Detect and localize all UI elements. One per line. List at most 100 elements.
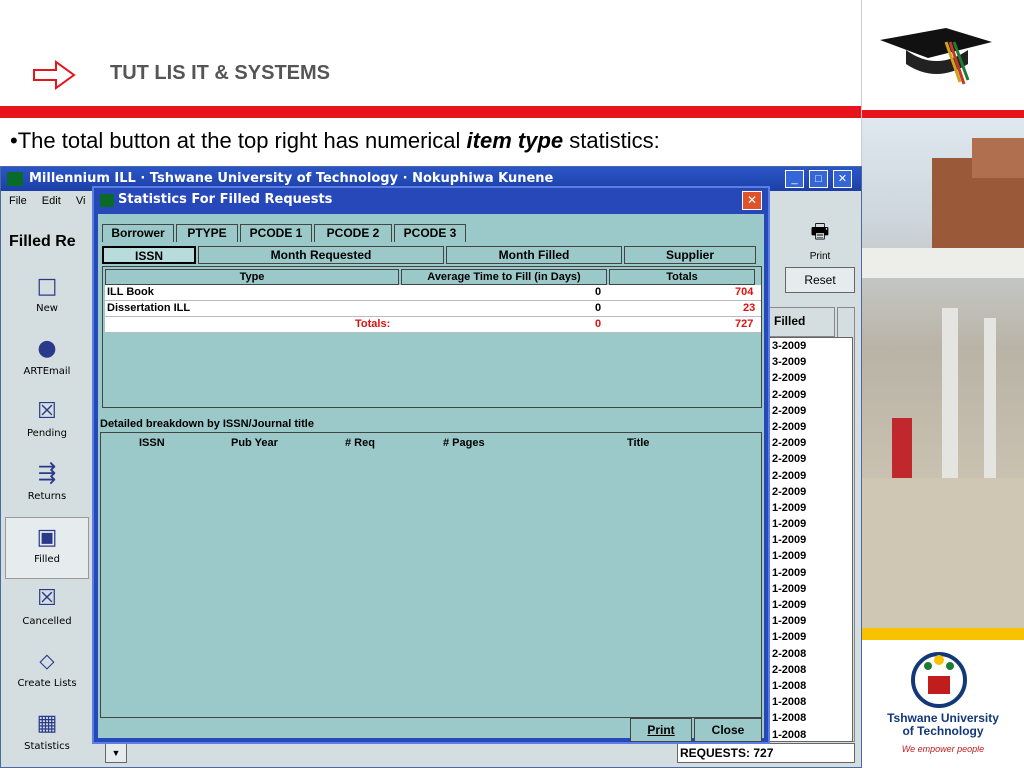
printer-icon: 🖶 (810, 221, 830, 243)
list-item[interactable]: 2-2009 (770, 387, 852, 403)
tab-pcode2[interactable]: PCODE 2 (314, 224, 392, 242)
red-divider-right (862, 110, 1024, 118)
list-item[interactable]: 2-2009 (770, 419, 852, 435)
sidebar-item-artemail[interactable]: ● ARTEmail (5, 330, 89, 392)
col-header-type[interactable]: Type (105, 269, 399, 285)
tab-ptype[interactable]: PTYPE (176, 224, 238, 242)
stats-rows: ILL Book 0 704 Dissertation ILL 0 23 Tot… (105, 285, 761, 333)
sidebar-item-cancelled[interactable]: ☒ Cancelled (5, 580, 89, 642)
detail-col-issn[interactable]: ISSN (139, 437, 165, 449)
list-item[interactable]: 2-2008 (770, 646, 852, 662)
list-item[interactable]: 2-2009 (770, 451, 852, 467)
detail-breakdown-table: ISSN Pub Year # Req # Pages Title (100, 432, 762, 718)
list-item[interactable]: 1-2009 (770, 565, 852, 581)
list-item[interactable]: 1-2009 (770, 597, 852, 613)
red-divider (0, 106, 862, 118)
print-toolbar-button[interactable]: 🖶 Print (785, 217, 855, 263)
list-item[interactable]: 1-2009 (770, 613, 852, 629)
col-header-avg-time[interactable]: Average Time to Fill (in Days) (401, 269, 607, 285)
subtab-supplier[interactable]: Supplier (624, 246, 756, 264)
dialog-body: Borrower PTYPE PCODE 1 PCODE 2 PCODE 3 I… (98, 214, 764, 742)
list-item[interactable]: 1-2008 (770, 710, 852, 726)
detail-col-req[interactable]: # Req (345, 437, 375, 449)
bullet-text: •The total button at the top right has n… (10, 128, 660, 153)
detail-col-title[interactable]: Title (627, 437, 649, 449)
dialog-footer: Print Close (98, 718, 764, 742)
col-header-totals[interactable]: Totals (609, 269, 755, 285)
sidebar-item-statistics[interactable]: ▦ Statistics (5, 705, 89, 767)
detail-section-label: Detailed breakdown by ISSN/Journal title (100, 418, 314, 430)
email-icon: ● (37, 336, 57, 361)
dropdown-arrow-icon[interactable]: ▼ (105, 743, 127, 763)
tab-pcode3[interactable]: PCODE 3 (394, 224, 466, 242)
filled-icon: ▣ (36, 524, 58, 550)
list-item[interactable]: 2-2009 (770, 370, 852, 386)
detail-col-pub-year[interactable]: Pub Year (231, 437, 278, 449)
menu-view[interactable]: Vi (76, 195, 86, 207)
university-name: Tshwane University of Technology (887, 711, 999, 738)
list-item[interactable]: 2-2009 (770, 435, 852, 451)
subtab-month-filled[interactable]: Month Filled (446, 246, 622, 264)
list-item[interactable]: 1-2008 (770, 694, 852, 710)
sidebar-item-returns[interactable]: ⇶ Returns (5, 455, 89, 517)
sidebar-item-label: New (36, 303, 58, 314)
filled-date-list: 3-2009 3-2009 2-2009 2-2009 2-2009 2-2009 2-20… (769, 337, 853, 742)
sidebar-item-filled[interactable]: ▣ Filled (5, 517, 89, 579)
app-icon (7, 172, 23, 186)
list-item[interactable]: 2-2009 (770, 484, 852, 500)
sidebar-item-label: Create Lists (17, 678, 77, 689)
returns-icon: ⇶ (37, 461, 57, 486)
sidebar-item-label: Cancelled (22, 615, 72, 627)
sidebar-item-label: ARTEmail (23, 365, 71, 377)
reset-button[interactable]: Reset (785, 267, 855, 293)
list-item[interactable]: 1-2009 (770, 548, 852, 564)
slide-title: TUT LIS IT & SYSTEMS (110, 62, 331, 84)
create-lists-icon: ⬦ (39, 648, 55, 674)
sidebar-item-pending[interactable]: ☒ Pending (5, 392, 89, 454)
sidebar-item-label: Statistics (24, 740, 70, 752)
university-logo-icon (911, 652, 967, 708)
sidebar-item-new[interactable]: □ New (5, 267, 89, 329)
menu-file[interactable]: File (9, 195, 27, 207)
close-window-icon[interactable]: ✕ (833, 170, 852, 188)
list-item[interactable]: 1-2008 (770, 727, 852, 743)
list-item[interactable]: 2-2008 (770, 662, 852, 678)
subtab-issn[interactable]: ISSN (102, 246, 196, 264)
table-row[interactable]: ILL Book 0 704 (105, 285, 761, 301)
list-item[interactable]: 1-2008 (770, 678, 852, 694)
list-item[interactable]: 3-2009 (770, 354, 852, 370)
detail-col-pages[interactable]: # Pages (443, 437, 485, 449)
statistics-icon: ▦ (36, 711, 58, 736)
list-item[interactable]: 2-2009 (770, 403, 852, 419)
graduation-cap-icon (880, 28, 992, 85)
list-item[interactable]: 3-2009 (770, 338, 852, 354)
tab-borrower[interactable]: Borrower (102, 224, 174, 242)
list-item[interactable]: 1-2009 (770, 500, 852, 516)
minimize-icon[interactable]: _ (785, 170, 804, 188)
list-item[interactable]: 1-2009 (770, 629, 852, 645)
requests-count: REQUESTS: 727 (677, 743, 855, 763)
yellow-band (862, 628, 1024, 640)
list-item[interactable]: 1-2009 (770, 532, 852, 548)
list-item[interactable]: 1-2009 (770, 516, 852, 532)
list-item[interactable]: 2-2009 (770, 468, 852, 484)
tab-pcode1[interactable]: PCODE 1 (240, 224, 312, 242)
totals-row: Totals: 0 727 (105, 317, 761, 333)
menu-edit[interactable]: Edit (42, 195, 61, 207)
type-stats-grid: Type Average Time to Fill (in Days) Tota… (102, 266, 762, 408)
close-button[interactable]: Close (694, 718, 762, 742)
sidebar: □ New ● ARTEmail ☒ Pending ⇶ Returns ▣ Filled ☒ Can… (1, 267, 93, 767)
cancelled-icon: ☒ (37, 586, 57, 611)
print-button[interactable]: Print (630, 718, 692, 742)
page-heading: Filled Re (9, 233, 76, 250)
sidebar-item-label: Returns (27, 490, 67, 502)
maximize-icon[interactable]: □ (809, 170, 828, 188)
filled-column-header[interactable]: Filled (769, 307, 835, 337)
subtab-month-requested[interactable]: Month Requested (198, 246, 444, 264)
list-item[interactable]: 1-2009 (770, 581, 852, 597)
table-row[interactable]: Dissertation ILL 0 23 (105, 301, 761, 317)
dialog-close-icon[interactable]: ✕ (742, 191, 762, 210)
sidebar-item-create-lists[interactable]: ⬦ Create Lists (5, 642, 89, 704)
sidebar-item-label: Filled (34, 554, 60, 565)
dialog-title[interactable]: Statistics For Filled Requests (94, 188, 768, 212)
